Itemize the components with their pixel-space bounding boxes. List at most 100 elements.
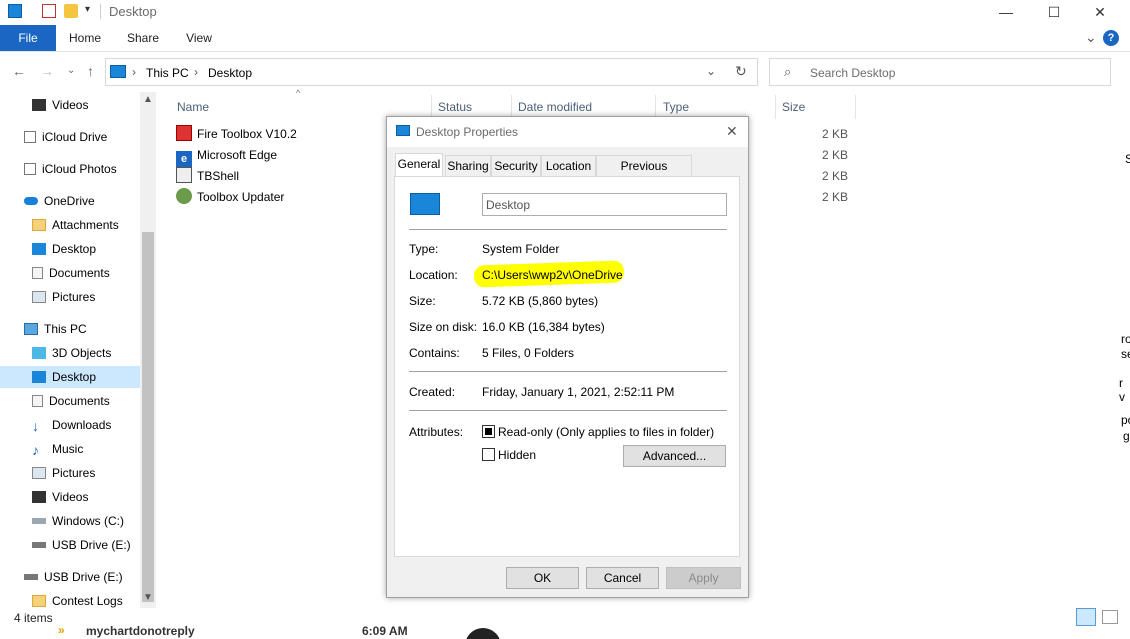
title-bar: ▾ Desktop — ☐ ✕ <box>0 0 1130 25</box>
usb-drive-icon <box>32 542 46 548</box>
file-size: 2 KB <box>821 127 848 141</box>
tab-general[interactable]: General <box>395 153 443 176</box>
desktop-icon <box>32 243 46 255</box>
details-view-icon[interactable] <box>1076 608 1096 626</box>
back-arrow-icon[interactable]: ← <box>12 63 26 79</box>
collapse-ribbon-chevron-icon[interactable]: ⌄ <box>1085 29 1097 46</box>
refresh-icon[interactable]: ↻ <box>735 63 747 80</box>
dialog-close-icon[interactable]: ✕ <box>726 123 738 140</box>
file-row[interactable]: TBShell <box>176 166 239 186</box>
tab-location[interactable]: Location <box>541 155 596 176</box>
address-bar[interactable]: › This PC › Desktop ⌄ <box>105 58 758 86</box>
new-folder-quick-access-icon[interactable] <box>64 4 78 18</box>
forward-arrow-icon[interactable]: → <box>40 63 54 79</box>
file-name: TBShell <box>197 169 240 183</box>
nav-item-desktop-selected[interactable]: Desktop <box>0 366 140 388</box>
ok-button[interactable]: OK <box>506 567 579 589</box>
nav-item-this-pc[interactable]: This PC <box>24 318 87 340</box>
nav-item-onedrive-desktop[interactable]: Desktop <box>32 238 96 260</box>
scroll-down-chevron-icon[interactable]: ▼ <box>143 592 153 603</box>
column-separator <box>855 95 856 119</box>
up-arrow-icon[interactable]: ↑ <box>87 63 94 79</box>
breadcrumb-desktop[interactable]: Desktop <box>208 66 252 80</box>
nav-item-documents[interactable]: Documents <box>32 390 110 412</box>
file-row[interactable]: Fire Toolbox V10.2 <box>176 124 297 144</box>
customize-quick-access-chevron-icon[interactable]: ▾ <box>85 4 90 15</box>
created-value: Friday, January 1, 2021, 2:52:11 PM <box>482 385 675 399</box>
column-header-date-modified[interactable]: Date modified <box>518 97 592 117</box>
desktop-icon <box>32 371 46 383</box>
column-header-name[interactable]: Name <box>177 97 209 117</box>
tab-file[interactable]: File <box>0 25 56 51</box>
nav-item-onedrive-documents[interactable]: Documents <box>32 262 110 284</box>
nav-item-label: Desktop <box>52 370 97 384</box>
address-dropdown-chevron-icon[interactable]: ⌄ <box>706 64 716 78</box>
background-email-time: 6:09 AM <box>362 626 408 638</box>
folder-name-field[interactable]: Desktop <box>482 193 727 216</box>
nav-item-icloud-photos[interactable]: iCloud Photos <box>24 158 117 180</box>
general-tab-panel: Desktop Type: System Folder Location: C:… <box>394 176 740 557</box>
large-icons-view-icon[interactable] <box>1102 610 1118 624</box>
search-icon: ⌕ <box>784 64 792 79</box>
tab-security[interactable]: Security <box>491 155 541 176</box>
title-divider <box>100 4 101 19</box>
nav-item-windows-c[interactable]: Windows (C:) <box>32 510 124 532</box>
nav-item-usb-drive-e-root[interactable]: USB Drive (E:) <box>24 566 123 588</box>
properties-quick-access-icon[interactable] <box>42 4 56 18</box>
folder-icon <box>32 595 46 607</box>
nav-item-attachments[interactable]: Attachments <box>32 214 119 236</box>
tab-view[interactable]: View <box>176 25 222 51</box>
divider <box>409 229 727 230</box>
readonly-label: Read-only (Only applies to files in fold… <box>498 425 715 439</box>
background-text-fragment: po <box>1121 413 1130 427</box>
hidden-checkbox[interactable] <box>482 448 495 461</box>
recent-locations-chevron-icon[interactable]: ⌄ <box>67 65 75 76</box>
close-window-button[interactable]: ✕ <box>1078 0 1122 24</box>
nav-item-videos-top[interactable]: Videos <box>32 94 88 116</box>
advanced-button[interactable]: Advanced... <box>623 445 726 467</box>
nav-item-label: Music <box>52 442 84 456</box>
search-input[interactable]: ⌕ Search Desktop <box>769 58 1111 86</box>
nav-item-music[interactable]: ♪ Music <box>32 438 83 460</box>
breadcrumb-separator: › <box>194 65 198 79</box>
nav-item-pictures[interactable]: Pictures <box>32 462 95 484</box>
nav-item-3d-objects[interactable]: 3D Objects <box>32 342 111 364</box>
nav-item-contest-logs[interactable]: Contest Logs <box>32 590 123 608</box>
file-row[interactable]: e Microsoft Edge <box>176 145 277 167</box>
nav-item-onedrive-pictures[interactable]: Pictures <box>32 286 95 308</box>
created-label: Created: <box>409 385 456 399</box>
nav-item-icloud-drive[interactable]: iCloud Drive <box>24 126 107 148</box>
scroll-up-chevron-icon[interactable]: ▲ <box>143 94 153 105</box>
column-header-size[interactable]: Size <box>782 97 805 117</box>
apply-button[interactable]: Apply <box>666 567 741 589</box>
breadcrumb-separator: › <box>132 65 136 79</box>
folder-name-value: Desktop <box>486 198 531 212</box>
breadcrumb-this-pc[interactable]: This PC <box>146 66 189 80</box>
cancel-button[interactable]: Cancel <box>586 567 659 589</box>
folder-icon <box>32 219 46 231</box>
nav-item-downloads[interactable]: ↓ Downloads <box>32 414 111 436</box>
explorer-window-icon <box>8 4 22 18</box>
search-placeholder: Search Desktop <box>810 66 896 80</box>
microsoft-edge-icon: e <box>176 151 192 167</box>
column-header-status[interactable]: Status <box>438 97 472 117</box>
help-icon[interactable]: ? <box>1103 30 1119 46</box>
tab-share[interactable]: Share <box>120 25 166 51</box>
dialog-title: Desktop Properties <box>416 125 519 139</box>
maximize-button[interactable]: ☐ <box>1032 0 1076 24</box>
nav-item-onedrive[interactable]: OneDrive <box>24 190 95 212</box>
nav-item-videos[interactable]: Videos <box>32 486 88 508</box>
nav-scrollbar-thumb[interactable] <box>142 232 154 602</box>
background-text-fragment: ro <box>1121 332 1130 346</box>
nav-item-label: Desktop <box>52 242 97 256</box>
minimize-button[interactable]: — <box>984 0 1028 24</box>
readonly-checkbox[interactable] <box>482 425 495 438</box>
tab-sharing[interactable]: Sharing <box>445 155 491 176</box>
nav-item-usb-drive-e[interactable]: USB Drive (E:) <box>32 534 131 556</box>
column-header-type[interactable]: Type <box>663 97 689 117</box>
videos-icon <box>32 491 46 503</box>
file-row[interactable]: Toolbox Updater <box>176 187 284 207</box>
tab-previous-versions[interactable]: Previous Versions <box>596 155 692 193</box>
nav-item-label: USB Drive (E:) <box>44 570 123 584</box>
tab-home[interactable]: Home <box>62 25 108 51</box>
